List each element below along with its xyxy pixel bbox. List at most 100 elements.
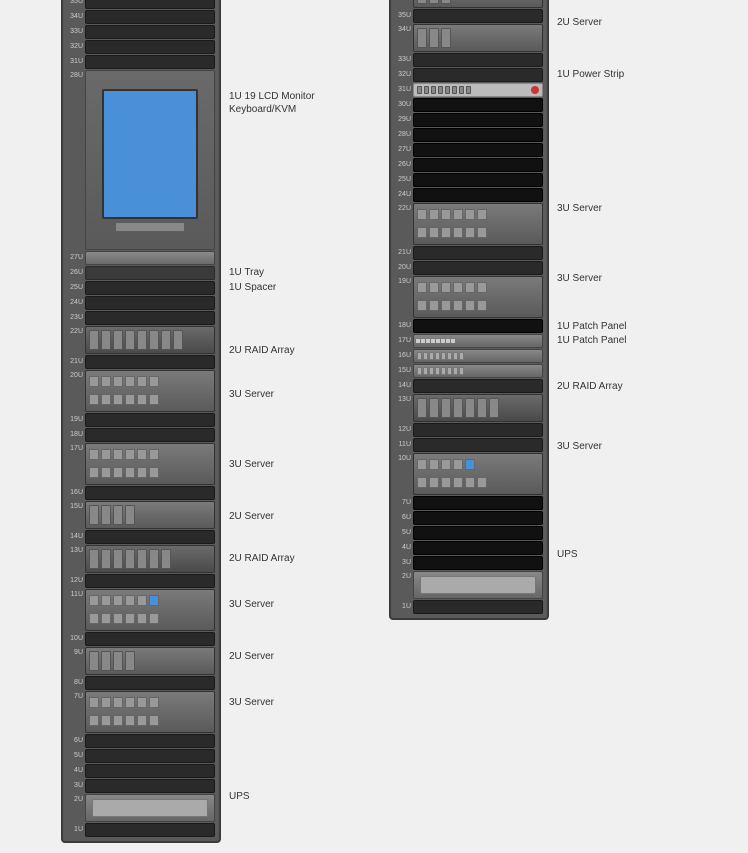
r-label-spacer-30-23	[557, 82, 687, 194]
rack-unit-18: 18U	[67, 428, 215, 442]
r-rack-unit-18: 18U	[395, 319, 543, 333]
r-label-spacer-1	[557, 572, 687, 586]
label-spacer-6-3	[229, 730, 359, 786]
r-rack-unit-10-server: 10U	[395, 453, 543, 495]
label-spacer-16	[229, 492, 359, 506]
r-rack-unit-34-server: 34U	[395, 24, 543, 52]
main-container: 42U 41U 40U 39U 38U	[51, 0, 697, 853]
r-label-text-16: 1U Patch Panel	[557, 334, 627, 347]
r-rack-unit-33: 33U	[395, 53, 543, 67]
r-rack-unit-25: 25U	[395, 173, 543, 187]
rack-unit-22-raid: 22U	[67, 326, 215, 354]
lcd-monitor	[85, 70, 215, 250]
rack-unit-7-server: 7U	[67, 691, 215, 733]
r-label-31: 1U Power Strip	[557, 68, 687, 82]
rack-unit-5: 5U	[67, 749, 215, 763]
label-9: 2U Server	[229, 646, 359, 674]
rack-unit-28-lcd: 28U	[67, 70, 215, 250]
r-label-spacer-12-11	[557, 404, 687, 432]
label-spacer-1	[229, 814, 359, 828]
r-server-3u-19	[413, 276, 543, 318]
rack-unit-21: 21U	[67, 355, 215, 369]
rack-unit-8: 8U	[67, 676, 215, 690]
label-text-13: 2U RAID Array	[229, 552, 295, 565]
rack-unit-19: 19U	[67, 413, 215, 427]
r-label-spacer-14	[557, 362, 687, 376]
r-label-2: UPS	[557, 544, 687, 572]
r-label-15	[557, 348, 687, 362]
rack-unit-20-server: 20U	[67, 370, 215, 412]
r-rack-unit-35: 35U	[395, 9, 543, 23]
lcd-bezel	[116, 223, 183, 231]
rack-unit-24: 24U	[67, 296, 215, 310]
r-rack-unit-3: 3U	[395, 556, 543, 570]
rack-unit-2-ups: 2U	[67, 794, 215, 822]
label-spacer-10	[229, 632, 359, 646]
r-raid-array-13	[413, 394, 543, 422]
rack-unit-12: 12U	[67, 574, 215, 588]
tray-27	[85, 251, 215, 265]
r-label-text-19: 3U Server	[557, 272, 602, 285]
r-server-2u-34	[413, 24, 543, 52]
rack-unit-9-server: 9U	[67, 647, 215, 675]
rack-unit-34: 34U	[67, 10, 215, 24]
r-rack-unit-6: 6U	[395, 511, 543, 525]
label-text-7: 3U Server	[229, 696, 274, 709]
r-server-3u-22	[413, 203, 543, 245]
label-27: 1U Tray	[229, 266, 359, 280]
r-rack-unit-27: 27U	[395, 143, 543, 157]
label-11: 3U Server	[229, 590, 359, 632]
label-text-20: 3U Server	[229, 388, 274, 401]
label-26: 1U Spacer	[229, 281, 359, 295]
rack-unit-26: 26U	[67, 266, 215, 280]
right-rack-labels: 1U Ethernet Switch/Hub1U KVM SwitchC3560…	[557, 0, 687, 586]
r-rack-unit-5: 5U	[395, 526, 543, 540]
r-rack-unit-36-server: 36U	[395, 0, 543, 8]
rack-unit-15-server: 15U	[67, 501, 215, 529]
r-rack-unit-1: 1U	[395, 600, 543, 614]
rack-unit-11-server: 11U	[67, 589, 215, 631]
label-text-22: 2U RAID Array	[229, 344, 295, 357]
rack-unit-35: 35U	[67, 0, 215, 9]
r-label-spacer-7-3	[557, 474, 687, 544]
r-rack-unit-26: 26U	[395, 158, 543, 172]
left-rack-labels: 2U Ethernet Switch/Hub C2960 Switch C296…	[229, 0, 359, 828]
r-label-text-34: 2U Server	[557, 16, 602, 29]
label-22: 2U RAID Array	[229, 338, 359, 366]
lcd-screen	[102, 89, 197, 219]
label-2: UPS	[229, 786, 359, 814]
r-rack-unit-15: 15U	[395, 364, 543, 378]
r-label-text-10: 3U Server	[557, 440, 602, 453]
rack-unit-25: 25U	[67, 281, 215, 295]
r-rack-unit-4: 4U	[395, 541, 543, 555]
r-rack-unit-17: 17U	[395, 334, 543, 348]
patch-panel-15	[413, 364, 543, 378]
r-rack-unit-30: 30U	[395, 98, 543, 112]
label-text-28: 1U 19 LCD MonitorKeyboard/KVM	[229, 90, 315, 116]
r-rack-unit-16: 16U	[395, 349, 543, 363]
r-rack-unit-28: 28U	[395, 128, 543, 142]
server-3u-20	[85, 370, 215, 412]
rack-unit-32: 32U	[67, 40, 215, 54]
label-text-15: 2U Server	[229, 510, 274, 523]
label-text-2: UPS	[229, 790, 250, 803]
r-label-text-31: 1U Power Strip	[557, 68, 624, 81]
r-server-2u-36	[413, 0, 543, 8]
patch-panel-16	[413, 349, 543, 363]
power-strip-31	[413, 83, 543, 97]
raid-array-22	[85, 326, 215, 354]
rack-unit-17-server: 17U	[67, 443, 215, 485]
label-spacer-19-18	[229, 422, 359, 450]
r-rack-unit-19-server: 19U	[395, 276, 543, 318]
r-rack-unit-20: 20U	[395, 261, 543, 275]
rack-unit-6: 6U	[67, 734, 215, 748]
r-rack-unit-22-server: 22U	[395, 203, 543, 245]
r-label-spacer-21-20	[557, 236, 687, 264]
rack-unit-33: 33U	[67, 25, 215, 39]
rack-unit-16: 16U	[67, 486, 215, 500]
label-spacer-25-23	[229, 296, 359, 338]
r-label-spacer-35	[557, 0, 687, 12]
server-3u-7	[85, 691, 215, 733]
r-label-13: 2U RAID Array	[557, 376, 687, 404]
r-label-text-2: UPS	[557, 548, 578, 561]
